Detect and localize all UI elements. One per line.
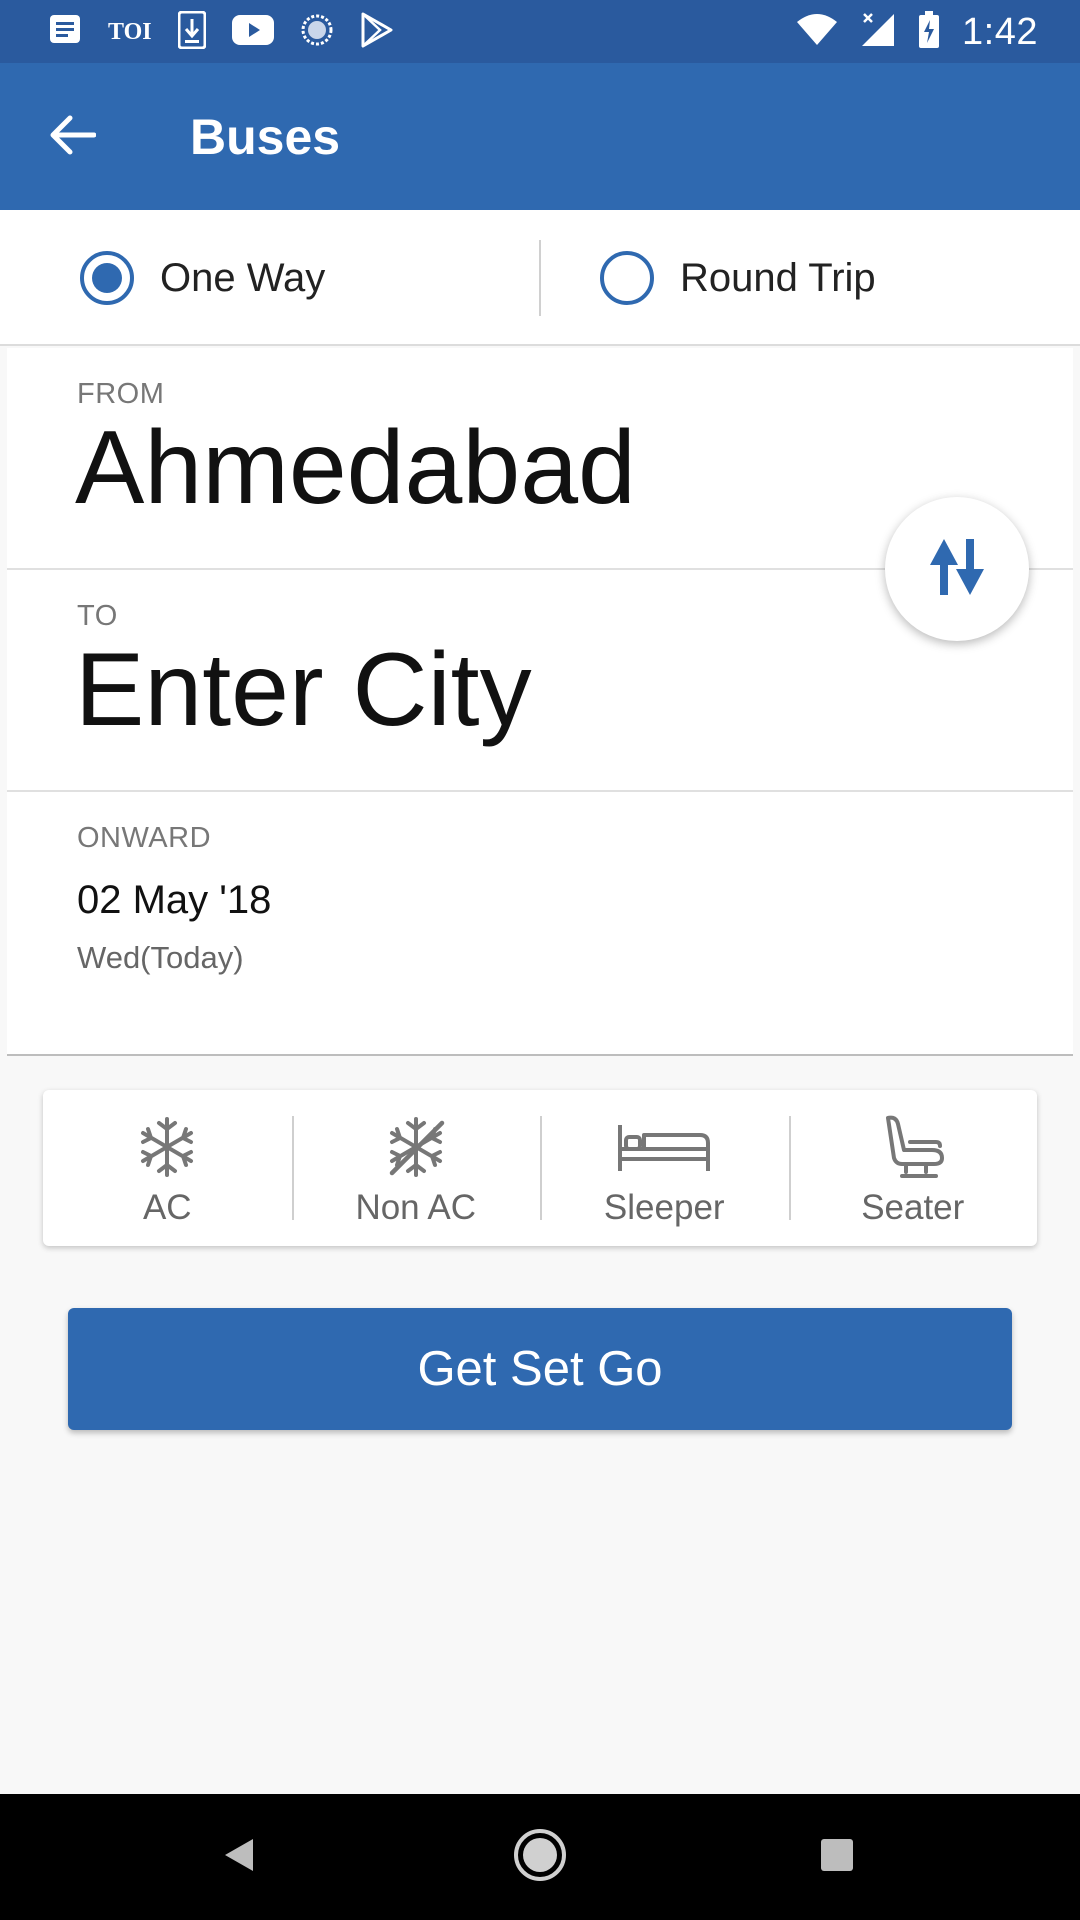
messages-icon: [48, 13, 82, 52]
swap-vertical-icon: [926, 535, 988, 604]
round-trip-label: Round Trip: [680, 255, 876, 300]
trip-divider: [539, 240, 541, 316]
search-card: FROM Ahmedabad TO Enter City ONWARD 02 M…: [7, 348, 1073, 1056]
signal-icon: [860, 12, 896, 53]
snowflake-icon: [135, 1114, 199, 1180]
status-bar-system: 1:42: [796, 8, 1038, 56]
status-bar-notifications: TOI: [48, 10, 394, 54]
round-trip-radio[interactable]: Round Trip: [600, 210, 876, 346]
filter-non-ac[interactable]: Non AC: [291, 1090, 541, 1246]
status-bar: TOI 1:42: [0, 0, 1080, 63]
play-store-icon: [360, 12, 394, 53]
battery-charging-icon: [918, 10, 940, 54]
system-nav-bar: [0, 1794, 1080, 1920]
to-label: TO: [77, 600, 118, 632]
filter-ac-label: AC: [142, 1188, 192, 1227]
sync-icon: [300, 13, 334, 52]
to-city-placeholder: Enter City: [75, 632, 532, 748]
toi-icon: TOI: [108, 18, 152, 45]
get-set-go-button[interactable]: Get Set Go: [68, 1308, 1012, 1430]
filter-seater-label: Seater: [861, 1188, 965, 1227]
onward-label: ONWARD: [77, 822, 212, 854]
snowflake-off-icon: [384, 1114, 448, 1180]
bed-icon: [616, 1114, 712, 1180]
bus-type-filters: AC Non AC Sleeper Seater: [43, 1090, 1037, 1246]
arrow-left-icon: [48, 115, 97, 160]
radio-selected-icon: [80, 251, 134, 305]
from-city: Ahmedabad: [75, 410, 636, 526]
nav-back-icon: [221, 1835, 257, 1880]
page-title: Buses: [190, 109, 341, 165]
back-button[interactable]: [42, 107, 102, 167]
trip-type-selector: One Way Round Trip: [0, 210, 1080, 346]
nav-home-icon: [512, 1827, 568, 1888]
filter-sleeper[interactable]: Sleeper: [540, 1090, 789, 1246]
radio-unselected-icon: [600, 251, 654, 305]
seat-icon: [880, 1114, 946, 1180]
swap-cities-button[interactable]: [885, 497, 1029, 641]
filter-non-ac-label: Non AC: [355, 1188, 477, 1227]
app-bar: Buses: [0, 63, 1080, 210]
onward-day: Wed(Today): [77, 940, 244, 975]
filter-sleeper-label: Sleeper: [603, 1188, 725, 1227]
nav-home-button[interactable]: [507, 1824, 573, 1890]
one-way-label: One Way: [160, 255, 326, 300]
filter-seater[interactable]: Seater: [788, 1090, 1038, 1246]
one-way-radio[interactable]: One Way: [80, 210, 325, 346]
download-icon: [177, 10, 207, 54]
filter-ac[interactable]: AC: [43, 1090, 292, 1246]
youtube-icon: [231, 14, 274, 50]
nav-recents-icon: [819, 1837, 855, 1878]
from-label: FROM: [77, 378, 165, 410]
status-time: 1:42: [962, 10, 1038, 53]
nav-back-button[interactable]: [206, 1824, 272, 1890]
onward-date-field[interactable]: ONWARD 02 May '18 Wed(Today): [7, 792, 1073, 1056]
nav-recents-button[interactable]: [804, 1824, 870, 1890]
onward-date: 02 May '18: [77, 878, 272, 922]
wifi-icon: [796, 13, 838, 51]
